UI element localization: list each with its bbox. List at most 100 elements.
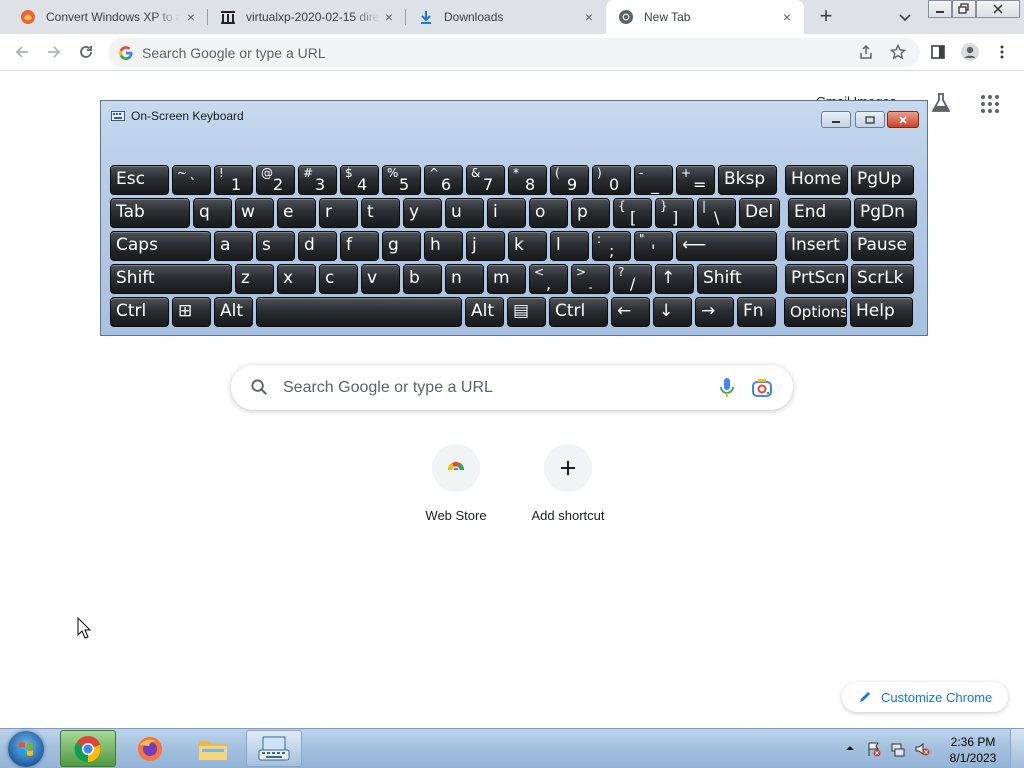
- osk-key-pause[interactable]: Pause: [851, 231, 914, 261]
- osk-key-p[interactable]: p: [571, 198, 610, 228]
- osk-key-del[interactable]: Del: [739, 198, 780, 228]
- osk-key-q[interactable]: q: [193, 198, 232, 228]
- network-icon[interactable]: [890, 741, 906, 757]
- osk-key-scrlk[interactable]: ScrLk: [851, 264, 914, 294]
- osk-key-s[interactable]: s: [256, 231, 295, 261]
- osk-key-alt[interactable]: Alt: [214, 297, 253, 327]
- osk-key-n[interactable]: n: [445, 264, 484, 294]
- osk-key-space[interactable]: [256, 297, 462, 327]
- osk-close-button[interactable]: [887, 111, 919, 128]
- restore-window-button[interactable]: [952, 0, 976, 18]
- tab-convert-windows-xp[interactable]: Convert Windows XP to a ×: [8, 0, 208, 34]
- tab-new-tab[interactable]: New Tab ×: [606, 0, 804, 34]
- new-tab-button[interactable]: +: [814, 5, 838, 29]
- osk-key-symbol[interactable]: ⊞: [172, 297, 211, 327]
- forward-button[interactable]: [44, 42, 64, 62]
- address-bar-input[interactable]: [142, 38, 802, 67]
- action-center-flag-icon[interactable]: [866, 741, 882, 757]
- show-desktop-button[interactable]: [1010, 729, 1024, 768]
- osk-key-o[interactable]: o: [529, 198, 568, 228]
- customize-chrome-button[interactable]: Customize Chrome: [842, 682, 1008, 712]
- close-tab-icon[interactable]: ×: [582, 10, 596, 24]
- close-tab-icon[interactable]: ×: [780, 10, 794, 24]
- close-tab-icon[interactable]: ×: [382, 10, 396, 24]
- osk-key-help[interactable]: Help: [850, 297, 913, 327]
- osk-key-t[interactable]: t: [361, 198, 400, 228]
- taskbar-on-screen-keyboard[interactable]: [246, 730, 302, 767]
- osk-key-symbol[interactable]: :;: [592, 231, 631, 261]
- osk-key-x[interactable]: x: [277, 264, 316, 294]
- voice-search-mic-icon[interactable]: [717, 377, 737, 399]
- osk-key-g[interactable]: g: [382, 231, 421, 261]
- osk-key-v[interactable]: v: [361, 264, 400, 294]
- minimize-window-button[interactable]: [928, 0, 952, 18]
- google-search-box[interactable]: [231, 365, 793, 410]
- osk-key-symbol[interactable]: ↑: [655, 264, 694, 294]
- osk-key-shift[interactable]: Shift: [697, 264, 777, 294]
- taskbar-clock[interactable]: 2:36 PM 8/1/2023: [944, 734, 1002, 766]
- osk-key-k[interactable]: k: [508, 231, 547, 261]
- osk-key-d[interactable]: d: [298, 231, 337, 261]
- osk-key-u[interactable]: u: [445, 198, 484, 228]
- osk-key-symbol[interactable]: ~ `: [172, 165, 211, 195]
- google-lens-camera-icon[interactable]: [751, 377, 773, 399]
- osk-key-symbol[interactable]: }]: [655, 198, 694, 228]
- osk-key-w[interactable]: w: [235, 198, 274, 228]
- labs-flask-icon[interactable]: [930, 92, 952, 114]
- osk-key-symbol[interactable]: ▤: [507, 297, 546, 327]
- osk-key-esc[interactable]: Esc: [110, 165, 169, 195]
- osk-key-bksp[interactable]: Bksp: [718, 165, 777, 195]
- osk-key-home[interactable]: Home: [785, 165, 848, 195]
- tab-search-chevron-icon[interactable]: [896, 8, 914, 26]
- google-apps-icon[interactable]: [980, 94, 1000, 114]
- shortcut-add[interactable]: Add shortcut: [512, 440, 624, 530]
- start-button[interactable]: [8, 731, 44, 767]
- osk-key-j[interactable]: j: [466, 231, 505, 261]
- osk-key-a[interactable]: a: [214, 231, 253, 261]
- osk-key-1[interactable]: ! 1: [214, 165, 253, 195]
- on-screen-keyboard-window[interactable]: On-Screen Keyboard Esc ~ `! 1 @2 #3 $4% 5 ^ 6 & 7 * 8…: [100, 100, 928, 336]
- osk-key-end[interactable]: End: [788, 198, 851, 228]
- osk-key-symbol[interactable]: ⟵: [676, 231, 777, 261]
- osk-key-caps[interactable]: Caps: [110, 231, 211, 261]
- osk-key-r[interactable]: r: [319, 198, 358, 228]
- osk-key-ctrl[interactable]: Ctrl: [549, 297, 608, 327]
- osk-key-symbol[interactable]: <,: [529, 264, 568, 294]
- osk-key-z[interactable]: z: [235, 264, 274, 294]
- osk-key-5[interactable]: % 5: [382, 165, 421, 195]
- osk-key-2[interactable]: @2: [256, 165, 295, 195]
- osk-key-symbol[interactable]: + =: [676, 165, 715, 195]
- osk-key-symbol[interactable]: - _: [634, 165, 673, 195]
- osk-key-symbol[interactable]: ? /: [613, 264, 652, 294]
- search-input[interactable]: [283, 365, 703, 410]
- osk-key-alt[interactable]: Alt: [465, 297, 504, 327]
- taskbar-firefox[interactable]: [122, 730, 178, 767]
- osk-key-7[interactable]: & 7: [466, 165, 505, 195]
- close-tab-icon[interactable]: ×: [184, 10, 198, 24]
- taskbar-file-explorer[interactable]: [185, 730, 241, 767]
- osk-key-symbol[interactable]: ←: [611, 297, 650, 327]
- osk-key-l[interactable]: l: [550, 231, 589, 261]
- osk-key-4[interactable]: $4: [340, 165, 379, 195]
- tab-downloads[interactable]: Downloads ×: [406, 0, 606, 34]
- osk-key-3[interactable]: #3: [298, 165, 337, 195]
- osk-key-c[interactable]: c: [319, 264, 358, 294]
- osk-key-symbol[interactable]: ↓: [653, 297, 692, 327]
- osk-minimize-button[interactable]: [821, 111, 851, 128]
- osk-key-y[interactable]: y: [403, 198, 442, 228]
- osk-key-symbol[interactable]: >.: [571, 264, 610, 294]
- osk-key-f[interactable]: f: [340, 231, 379, 261]
- osk-key-h[interactable]: h: [424, 231, 463, 261]
- osk-key-pgup[interactable]: PgUp: [851, 165, 914, 195]
- osk-key-symbol[interactable]: {[: [613, 198, 652, 228]
- close-window-button[interactable]: [976, 0, 1020, 18]
- osk-key-i[interactable]: i: [487, 198, 526, 228]
- show-hidden-icons-chevron-icon[interactable]: [844, 741, 856, 753]
- osk-key-symbol[interactable]: | \: [697, 198, 736, 228]
- osk-key-symbol[interactable]: " ': [634, 231, 673, 261]
- osk-key-6[interactable]: ^ 6: [424, 165, 463, 195]
- osk-key-0[interactable]: ) 0: [592, 165, 631, 195]
- osk-key-symbol[interactable]: →: [695, 297, 734, 327]
- osk-restore-button[interactable]: [855, 111, 885, 128]
- reload-button[interactable]: [76, 42, 96, 62]
